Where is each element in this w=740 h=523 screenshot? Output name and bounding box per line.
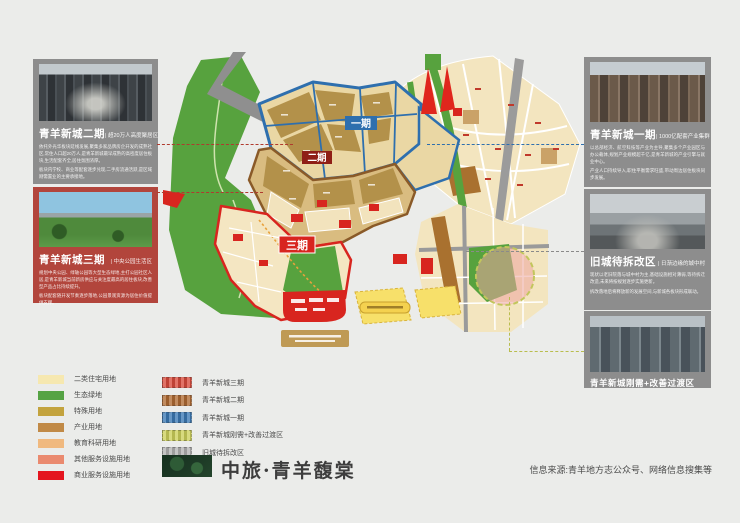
card-phase3-subtitle: | 中央公园生活区 bbox=[111, 257, 152, 265]
card-phase2-title: 青羊新城二期 bbox=[39, 126, 105, 141]
legend-label: 商业服务设施用地 bbox=[74, 470, 130, 480]
brand-logo-text: 中旅·青羊馥棠 bbox=[221, 456, 356, 483]
connector-phase2 bbox=[157, 144, 293, 145]
legend-item: 教育科研用地 bbox=[38, 438, 130, 448]
legend-label: 青羊新城刚需+改善过渡区 bbox=[202, 430, 283, 440]
legend-swatch bbox=[38, 455, 64, 464]
legend-label: 教育科研用地 bbox=[74, 438, 116, 448]
phase1-photo bbox=[590, 62, 705, 122]
card-transition: 青羊新城刚需+改善过渡区 bbox=[584, 311, 711, 388]
card-oldtown-body: 现状以老旧院落与城中村为主,基础设施相对薄弱,等待拆迁改造,未来将按规划逐步实施… bbox=[590, 272, 705, 286]
legend-swatch bbox=[162, 377, 192, 388]
legend-swatch bbox=[38, 407, 64, 416]
legend-label: 特殊用地 bbox=[74, 406, 102, 416]
map-badge-phase2: 二期 bbox=[307, 152, 326, 164]
legend-label: 青羊新城一期 bbox=[202, 413, 244, 423]
card-phase1: 青羊新城一期 | 1000亿配套产业集群 以总部经济、航空科技等产业为主导,聚集… bbox=[584, 57, 711, 187]
legend-item: 青羊新城二期 bbox=[162, 395, 283, 406]
legend-item: 青羊新城刚需+改善过渡区 bbox=[162, 430, 283, 441]
card-oldtown-title: 旧城待拆改区 bbox=[590, 254, 656, 269]
map-badge-phase1: 一期 bbox=[351, 117, 371, 130]
legend-swatch bbox=[38, 439, 64, 448]
card-oldtown: 旧城待拆改区 | 日渐边缘的城中村 现状以老旧院落与城中村为主,基础设施相对薄弱… bbox=[584, 189, 711, 310]
legend-swatch bbox=[162, 412, 192, 423]
card-oldtown-subtitle: | 日渐边缘的城中村 bbox=[658, 259, 705, 267]
card-phase2: 青羊新城二期 | 超20万人高度聚居区 依托外光华板块延线发展,聚集多家品牌房企… bbox=[33, 59, 158, 184]
legend-swatch bbox=[38, 423, 64, 432]
legend-item: 商业服务设施用地 bbox=[38, 470, 130, 480]
card-phase1-body: 以总部经济、航空科技等产业为主导,聚集多个产业园区与办公载体,规划产业规模超千亿… bbox=[590, 145, 705, 165]
card-oldtown-body2: 拆改落地后将释放新的发展空间,与新城各板块形成联动。 bbox=[590, 289, 705, 296]
planning-poster: 一期 二期 三期 青羊新城二期 | 超20万人高度聚居区 依托外光华板块延线发展… bbox=[0, 0, 740, 523]
legend-label: 二类住宅用地 bbox=[74, 374, 116, 384]
card-phase1-title: 青羊新城一期 bbox=[590, 127, 656, 142]
planning-map: 一期 二期 三期 bbox=[163, 52, 583, 372]
transition-area bbox=[393, 204, 549, 332]
transition-photo bbox=[590, 316, 705, 372]
legend-zones: 青羊新城三期 青羊新城二期 青羊新城一期 青羊新城刚需+改善过渡区 旧城待拆改区 bbox=[162, 377, 283, 465]
card-phase1-subtitle: | 1000亿配套产业集群 bbox=[656, 132, 710, 140]
card-transition-title: 青羊新城刚需+改善过渡区 bbox=[590, 377, 694, 389]
map-badge-phase3-group: 三期 bbox=[279, 236, 315, 253]
legend-item: 青羊新城一期 bbox=[162, 412, 283, 423]
legend-item: 二类住宅用地 bbox=[38, 374, 130, 384]
legend-swatch bbox=[38, 391, 64, 400]
map-badge-phase3: 三期 bbox=[286, 238, 308, 252]
card-phase2-body: 依托外光华板块延线发展,聚集多家品牌房企开发的成熟社区,常住人口超20万人,是青… bbox=[39, 144, 152, 164]
project-site-highlight bbox=[476, 247, 534, 305]
legend-label: 青羊新城三期 bbox=[202, 378, 244, 388]
card-phase1-body2: 产业人口持续导入,职住平衡需求旺盛,带动周边居住板块同步发展。 bbox=[590, 168, 705, 182]
phase2-photo bbox=[39, 64, 152, 121]
map-badge-phase1-group: 一期 bbox=[345, 116, 377, 130]
legend-swatch bbox=[38, 375, 64, 384]
connector-phase3 bbox=[157, 192, 263, 193]
map-badge-phase2-group: 二期 bbox=[302, 151, 332, 164]
legend-swatch bbox=[38, 471, 64, 480]
card-phase2-subtitle: | 超20万人高度聚居区 bbox=[105, 131, 158, 139]
card-phase3: 青羊新城三期 | 中央公园生活区 规划中央公园、绿轴公园等大型生态绿地,主打公园… bbox=[33, 187, 158, 303]
card-phase3-body2: 板块配套随开发节奏逐步落地,公园景观资源为居住价值提供支撑。 bbox=[39, 293, 152, 307]
legend-item: 特殊用地 bbox=[38, 406, 130, 416]
source-note: 信息来源:青羊地方志公众号、网络信息搜集等 bbox=[529, 463, 712, 476]
oldtown-photo bbox=[590, 194, 705, 249]
legend-swatch bbox=[162, 395, 192, 406]
legend-label: 青羊新城二期 bbox=[202, 395, 244, 405]
phase3-photo bbox=[39, 192, 152, 247]
legend-item: 其他服务设施用地 bbox=[38, 454, 130, 464]
connector-phase1 bbox=[427, 144, 584, 145]
card-phase3-title: 青羊新城三期 bbox=[39, 252, 105, 267]
legend-swatch bbox=[162, 430, 192, 441]
legend-label: 生态绿地 bbox=[74, 390, 102, 400]
brand-logo-image bbox=[162, 455, 212, 477]
connector-oldtown bbox=[466, 251, 584, 252]
card-phase3-body: 规划中央公园、绿轴公园等大型生态绿地,主打公园社区人居,是青羊新城当前新房供应与… bbox=[39, 270, 152, 290]
legend-item: 产业用地 bbox=[38, 422, 130, 432]
legend-item: 生态绿地 bbox=[38, 390, 130, 400]
connector-transition-horizontal bbox=[509, 351, 584, 352]
connector-transition-vertical bbox=[509, 297, 510, 351]
legend-label: 产业用地 bbox=[74, 422, 102, 432]
legend-label: 其他服务设施用地 bbox=[74, 454, 130, 464]
card-phase2-body2: 板块内学校、商业等配套逐步兑现,二手房流通活跃,是区域刚需置业的主要承接地。 bbox=[39, 167, 152, 181]
south-landmarks bbox=[281, 286, 461, 347]
legend-land-use: 二类住宅用地 生态绿地 特殊用地 产业用地 教育科研用地 其他服务设施用地 商业… bbox=[38, 374, 130, 486]
legend-item: 青羊新城三期 bbox=[162, 377, 283, 388]
